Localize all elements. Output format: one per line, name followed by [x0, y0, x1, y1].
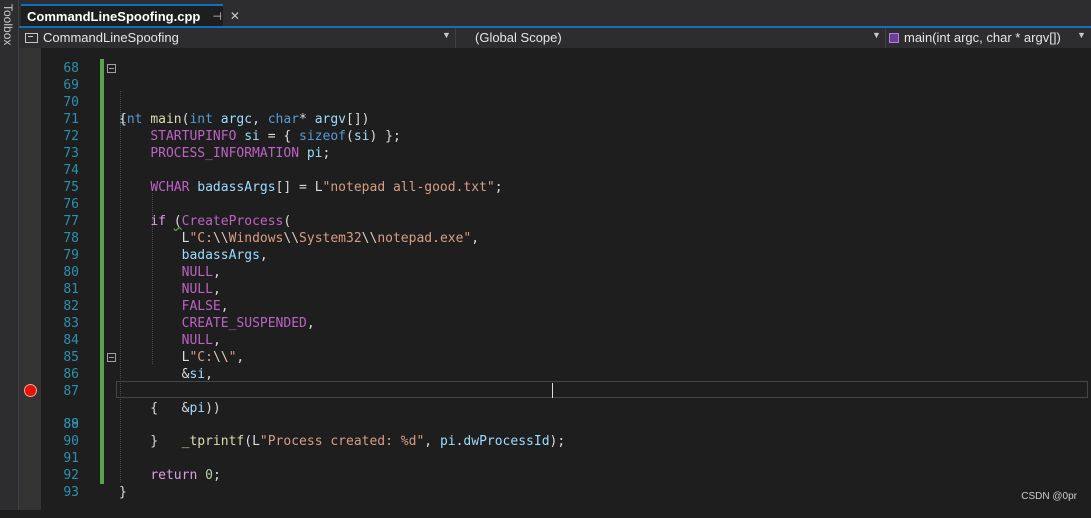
- text-caret: [552, 383, 553, 398]
- tab-title[interactable]: CommandLineSpoofing.cpp: [27, 9, 200, 24]
- code-line[interactable]: 69 int main(int argc, char* argv[]): [19, 60, 1091, 127]
- code-line[interactable]: 86 &pi)): [19, 349, 1091, 416]
- code-line[interactable]: 68: [19, 43, 1091, 76]
- code-editor[interactable]: 68 69 int main(int argc, char* argv[]) 7…: [19, 48, 1091, 510]
- code-line[interactable]: 80 NULL,: [19, 247, 1091, 297]
- code-line[interactable]: 70 {: [19, 77, 1091, 127]
- collapse-icon[interactable]: [107, 353, 116, 362]
- code-line[interactable]: 81 FALSE,: [19, 264, 1091, 314]
- code-line[interactable]: 72 PROCESS_INFORMATION pi;: [19, 111, 1091, 161]
- code-line[interactable]: 90: [19, 416, 1091, 449]
- watermark: CSDN @0pr: [1021, 491, 1077, 502]
- code-line[interactable]: 74 WCHAR badassArgs[] = L"notepad all-go…: [19, 145, 1091, 195]
- code-line[interactable]: 76 if (CreateProcess(: [19, 179, 1091, 229]
- code-line[interactable]: 87 {: [19, 366, 1091, 416]
- code-line[interactable]: 89 }: [19, 399, 1091, 449]
- code-line[interactable]: 79 NULL,: [19, 230, 1091, 280]
- collapse-icon[interactable]: [107, 64, 116, 73]
- breakpoint-icon[interactable]: [24, 384, 37, 397]
- line-number: 93: [63, 485, 79, 500]
- code-line[interactable]: 75: [19, 162, 1091, 195]
- code-line[interactable]: 77 L"C:\\Windows\\System32\\notepad.exe"…: [19, 196, 1091, 246]
- code-line[interactable]: 91 return 0;: [19, 433, 1091, 483]
- function-icon: [889, 32, 899, 43]
- code-line[interactable]: 92 }: [19, 450, 1091, 500]
- code-line[interactable]: 71 STARTUPINFO si = { sizeof(si) };: [19, 94, 1091, 144]
- close-icon[interactable]: ✕: [230, 9, 240, 23]
- code-line[interactable]: 83 NULL,: [19, 298, 1091, 348]
- project-file-icon: [25, 32, 38, 43]
- chevron-down-icon[interactable]: ▼: [1077, 30, 1086, 40]
- code-line[interactable]: 82 CREATE_SUSPENDED,: [19, 281, 1091, 331]
- code-line[interactable]: 88 _tprintf(L"Process created: %d", pi.d…: [19, 382, 1091, 449]
- pin-icon[interactable]: ⊣: [212, 10, 222, 23]
- toolbox-label[interactable]: Toolbox: [1, 4, 15, 45]
- code-line[interactable]: 93: [19, 467, 1091, 500]
- code-text: }: [119, 485, 127, 500]
- toolbox-panel[interactable]: Toolbox: [0, 0, 19, 510]
- chevron-down-icon[interactable]: ▼: [442, 30, 451, 40]
- tab-bar: CommandLineSpoofing.cpp ⊣ ✕: [19, 0, 1091, 26]
- tab-file[interactable]: CommandLineSpoofing.cpp ⊣ ✕: [21, 4, 240, 26]
- code-line[interactable]: 78 badassArgs,: [19, 213, 1091, 263]
- chevron-down-icon[interactable]: ▼: [872, 30, 881, 40]
- code-line[interactable]: 85 &si,: [19, 332, 1091, 382]
- code-line[interactable]: 73: [19, 128, 1091, 161]
- code-line[interactable]: 84 L"C:\\",: [19, 315, 1091, 365]
